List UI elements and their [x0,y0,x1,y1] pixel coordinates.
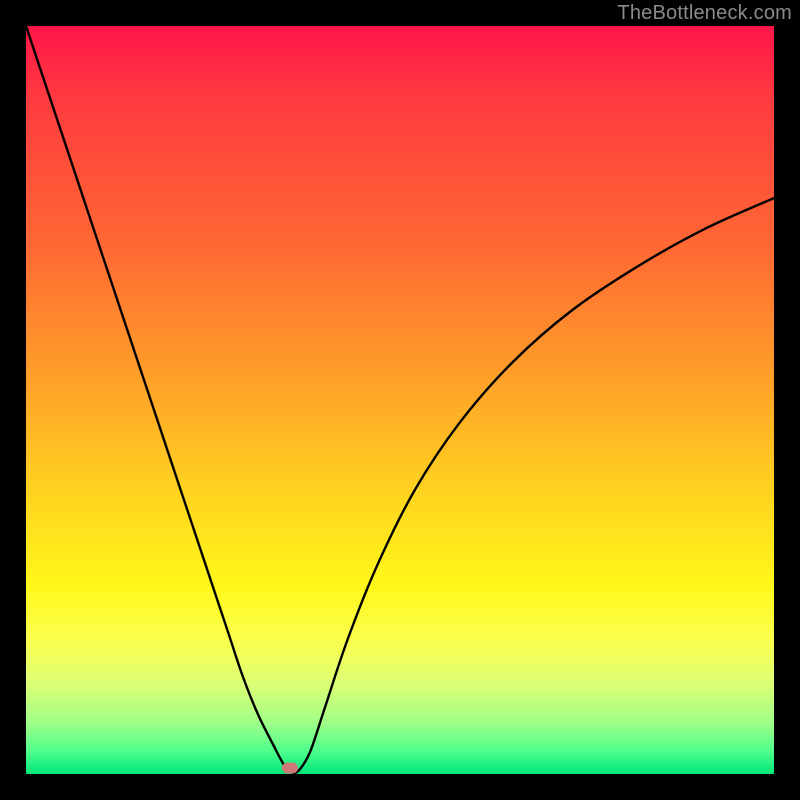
optimum-marker [282,763,298,774]
chart-frame: TheBottleneck.com [0,0,800,800]
plot-area [26,26,774,774]
bottleneck-curve [26,26,774,774]
watermark-text: TheBottleneck.com [617,2,792,25]
